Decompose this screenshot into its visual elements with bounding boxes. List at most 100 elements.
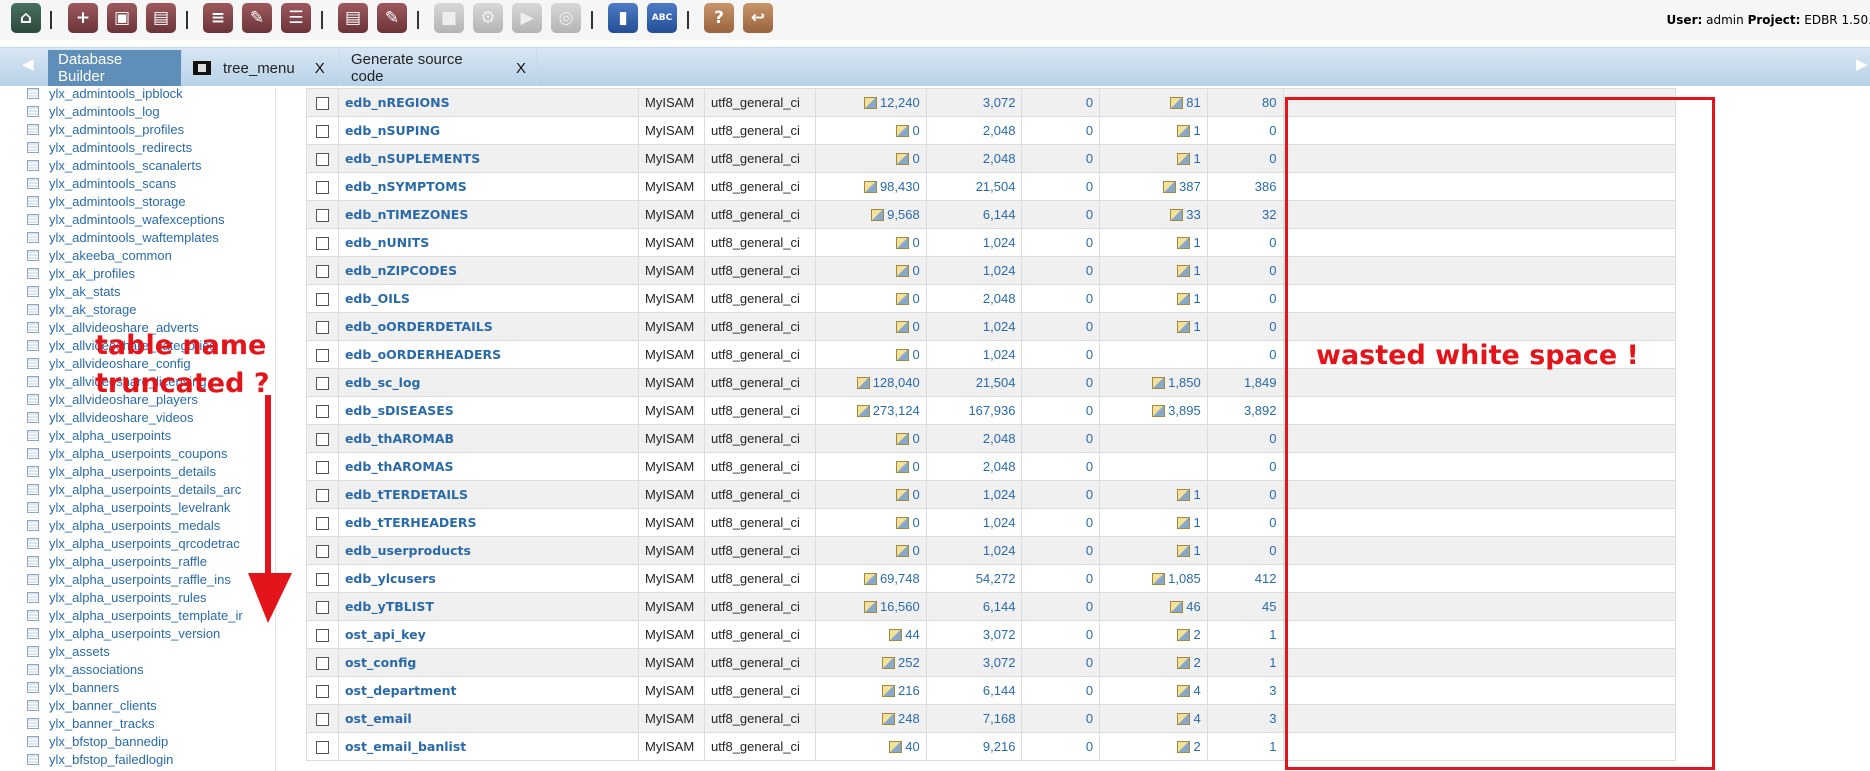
browse-icon[interactable] xyxy=(856,405,870,417)
browse-icon[interactable] xyxy=(863,181,877,193)
browse-icon[interactable] xyxy=(889,629,903,641)
index-value[interactable]: 1 xyxy=(1193,263,1200,278)
browse-icon[interactable] xyxy=(896,321,910,333)
edit-list-icon[interactable]: ✎ xyxy=(242,3,272,33)
sidebar-table-item[interactable]: ylx_admintools_profiles xyxy=(27,120,274,138)
browse-icon[interactable] xyxy=(896,489,910,501)
browse-icon[interactable] xyxy=(1177,517,1191,529)
rows-value[interactable]: 12,240 xyxy=(880,95,920,110)
table-name-link[interactable]: ost_config xyxy=(345,655,416,670)
sidebar-table-item[interactable]: ylx_alpha_userpoints_details xyxy=(27,462,274,480)
table-name-link[interactable]: edb_oORDERHEADERS xyxy=(345,347,501,362)
sidebar-table-item[interactable]: ylx_admintools_storage xyxy=(27,192,274,210)
globe-icon[interactable]: ◎ xyxy=(551,3,581,33)
table-name-link[interactable]: edb_ylcusers xyxy=(345,571,436,586)
index-value[interactable]: 1 xyxy=(1193,319,1200,334)
sidebar-table-item[interactable]: ylx_alpha_userpoints_coupons xyxy=(27,444,274,462)
exit-icon[interactable]: ↩ xyxy=(743,3,773,33)
index-value[interactable]: 4 xyxy=(1193,711,1200,726)
sidebar-table-item[interactable]: ylx_alpha_userpoints_details_arc xyxy=(27,480,274,498)
sidebar-table-item[interactable]: ylx_alpha_userpoints_raffle xyxy=(27,552,274,570)
rows-value[interactable]: 9,568 xyxy=(887,207,920,222)
close-icon[interactable]: X xyxy=(516,60,526,77)
row-checkbox[interactable] xyxy=(315,685,329,699)
sidebar-table-item[interactable]: ylx_assets xyxy=(27,642,274,660)
browse-icon[interactable] xyxy=(863,97,877,109)
index-value[interactable]: 1 xyxy=(1193,515,1200,530)
tab-scroll-left-icon[interactable]: ◀ xyxy=(22,55,34,73)
browse-icon[interactable] xyxy=(1177,125,1191,137)
browse-icon[interactable] xyxy=(896,237,910,249)
row-checkbox[interactable] xyxy=(315,657,329,671)
browse-icon[interactable] xyxy=(1170,601,1184,613)
table-name-link[interactable]: ost_email_banlist xyxy=(345,739,466,754)
table-name-link[interactable]: edb_nREGIONS xyxy=(345,95,450,110)
rows-value[interactable]: 0 xyxy=(912,459,919,474)
document-icon[interactable]: ▤ xyxy=(338,3,368,33)
browse-icon[interactable] xyxy=(896,545,910,557)
tab-scroll-right-icon[interactable]: ▶ xyxy=(1856,55,1868,73)
row-checkbox[interactable] xyxy=(315,181,329,195)
sidebar-table-item[interactable]: ylx_ak_profiles xyxy=(27,264,274,282)
sidebar-table-item[interactable]: ylx_alpha_userpoints_raffle_ins xyxy=(27,570,274,588)
rows-value[interactable]: 0 xyxy=(912,543,919,558)
tab-generate-source-code[interactable]: Generate source code X xyxy=(341,50,537,86)
browse-icon[interactable] xyxy=(1177,489,1191,501)
rows-value[interactable]: 0 xyxy=(912,347,919,362)
rows-value[interactable]: 98,430 xyxy=(880,179,920,194)
index-value[interactable]: 1 xyxy=(1193,291,1200,306)
index-value[interactable]: 2 xyxy=(1193,655,1200,670)
row-checkbox[interactable] xyxy=(315,209,329,223)
rows-value[interactable]: 0 xyxy=(912,263,919,278)
browse-icon[interactable] xyxy=(889,741,903,753)
tab-tree-menu[interactable]: tree_menu X xyxy=(183,50,340,86)
browse-icon[interactable] xyxy=(1152,573,1166,585)
rows-value[interactable]: 248 xyxy=(898,711,920,726)
browse-icon[interactable] xyxy=(882,713,895,725)
row-checkbox[interactable] xyxy=(315,629,329,643)
browse-icon[interactable] xyxy=(896,461,910,473)
sidebar-table-item[interactable]: ylx_admintools_waftemplates xyxy=(27,228,274,246)
row-checkbox[interactable] xyxy=(315,293,329,307)
index-value[interactable]: 4 xyxy=(1193,683,1200,698)
sidebar-table-item[interactable]: ylx_admintools_ipblock xyxy=(27,88,274,102)
row-checkbox[interactable] xyxy=(315,125,329,139)
table-name-link[interactable]: edb_thAROMAS xyxy=(345,459,454,474)
row-checkbox[interactable] xyxy=(315,237,329,251)
tab-database-builder[interactable]: Database Builder xyxy=(48,50,182,86)
sidebar-table-item[interactable]: ylx_admintools_scans xyxy=(27,174,274,192)
sidebar-table-item[interactable]: ylx_alpha_userpoints xyxy=(27,426,274,444)
row-checkbox[interactable] xyxy=(315,405,329,419)
sidebar-table-item[interactable]: ylx_alpha_userpoints_levelrank xyxy=(27,498,274,516)
index-value[interactable]: 1 xyxy=(1193,543,1200,558)
browse-icon[interactable] xyxy=(896,349,910,361)
index-value[interactable]: 1,850 xyxy=(1168,375,1201,390)
browse-icon[interactable] xyxy=(1152,405,1166,417)
sidebar-table-item[interactable]: ylx_ak_storage xyxy=(27,300,274,318)
sidebar-table-item[interactable]: ylx_banner_tracks xyxy=(27,714,274,732)
rows-value[interactable]: 128,040 xyxy=(873,375,920,390)
row-checkbox[interactable] xyxy=(315,489,329,503)
browse-icon[interactable] xyxy=(1177,153,1191,165)
browse-icon[interactable] xyxy=(1177,321,1191,333)
browse-icon[interactable] xyxy=(1177,545,1191,557)
row-checkbox[interactable] xyxy=(315,153,329,167)
table-name-link[interactable]: edb_nSUPLEMENTS xyxy=(345,151,480,166)
rows-value[interactable]: 40 xyxy=(905,739,919,754)
sidebar-table-item[interactable]: ylx_akeeba_common xyxy=(27,246,274,264)
table-name-link[interactable]: edb_sDISEASES xyxy=(345,403,454,418)
home-icon[interactable]: ⌂ xyxy=(11,3,41,33)
rows-value[interactable]: 216 xyxy=(898,683,920,698)
document-edit-icon[interactable]: ✎ xyxy=(377,3,407,33)
play-icon[interactable]: ▶ xyxy=(512,3,542,33)
rows-value[interactable]: 0 xyxy=(912,319,919,334)
rows-value[interactable]: 0 xyxy=(912,151,919,166)
rows-value[interactable]: 0 xyxy=(912,431,919,446)
rows-value[interactable]: 69,748 xyxy=(880,571,920,586)
rows-value[interactable]: 273,124 xyxy=(873,403,920,418)
browse-icon[interactable] xyxy=(1170,97,1184,109)
index-value[interactable]: 2 xyxy=(1193,627,1200,642)
index-value[interactable]: 81 xyxy=(1186,95,1200,110)
browse-icon[interactable] xyxy=(1177,629,1191,641)
index-value[interactable]: 387 xyxy=(1179,179,1201,194)
